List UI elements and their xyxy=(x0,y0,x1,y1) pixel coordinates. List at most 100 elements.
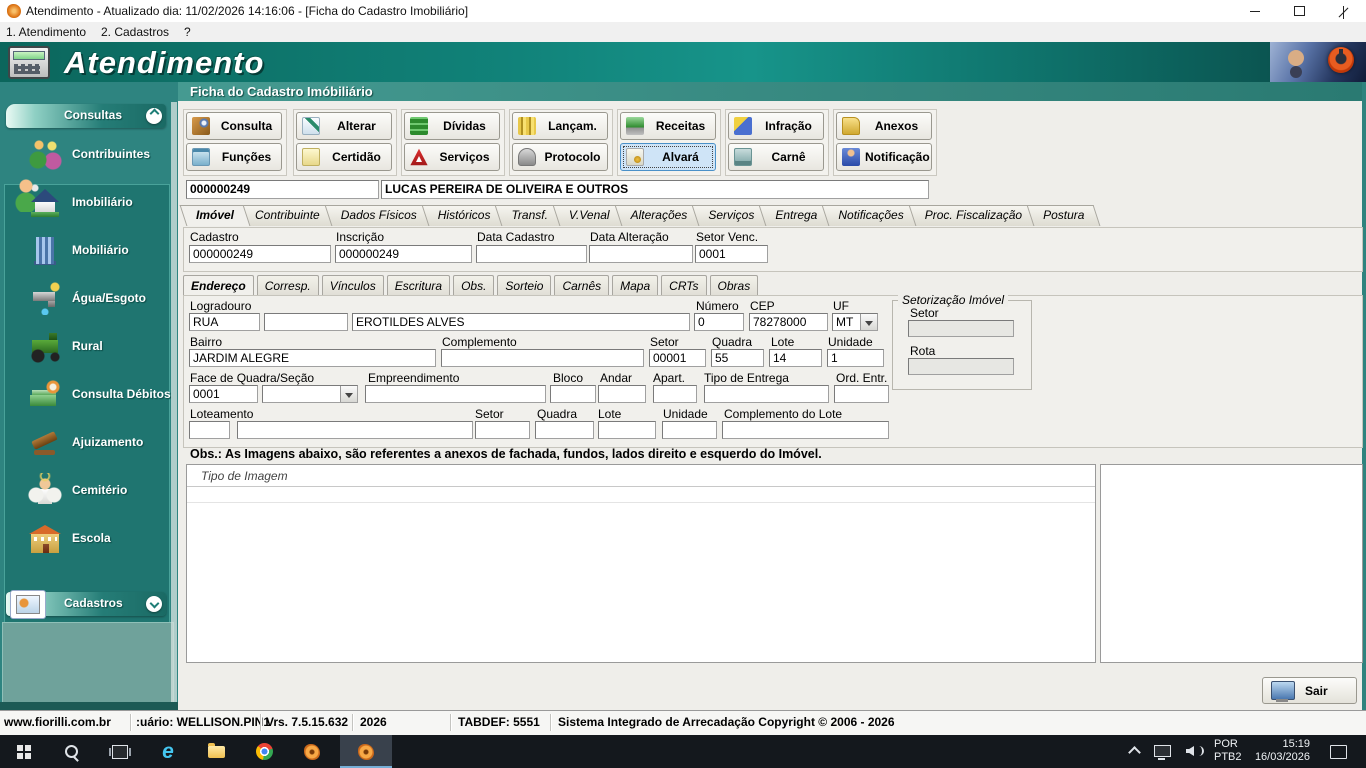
subtab-corresp[interactable]: Corresp. xyxy=(256,275,319,296)
subtab-mapa[interactable]: Mapa xyxy=(612,275,659,296)
andar-field[interactable] xyxy=(598,385,646,403)
setorizacao-setor-field[interactable] xyxy=(908,320,1014,337)
funcoes-button[interactable]: Funções xyxy=(186,143,282,171)
task-view-button[interactable] xyxy=(96,735,144,768)
sidebar-item-cemiterio[interactable]: Cemitério xyxy=(6,466,166,514)
setorizacao-rota-field[interactable] xyxy=(908,358,1014,375)
sidebar-item-rural[interactable]: Rural xyxy=(6,322,166,370)
network-icon[interactable] xyxy=(1154,745,1171,760)
sidebar-item-mobiliario[interactable]: Mobiliário xyxy=(6,226,166,274)
lot-lote-field[interactable] xyxy=(598,421,656,439)
cep-field[interactable]: 78278000 xyxy=(749,313,828,331)
consulta-button[interactable]: Consulta xyxy=(186,112,282,140)
taskbar-ie[interactable]: e xyxy=(144,735,192,768)
sidebar-item-imobiliario[interactable]: Imobiliário xyxy=(6,178,166,226)
clock[interactable]: 15:19 16/03/2026 xyxy=(1248,738,1310,764)
subtab-obs[interactable]: Obs. xyxy=(453,275,495,296)
tab-transf[interactable]: Transf. xyxy=(498,205,560,226)
sidebar-section-consultas[interactable]: Consultas xyxy=(6,104,166,128)
logradouro-tipo-field[interactable]: RUA xyxy=(189,313,260,331)
infracao-button[interactable]: Infração xyxy=(728,112,824,140)
tab-vvenal[interactable]: V.Venal xyxy=(556,205,623,226)
subtab-vinculos[interactable]: Vínculos xyxy=(321,275,384,296)
servicos-button[interactable]: Serviços xyxy=(404,143,500,171)
tray-chevron-icon[interactable] xyxy=(1128,746,1141,759)
taskbar-chrome[interactable] xyxy=(240,735,288,768)
record-name-field[interactable]: LUCAS PEREIRA DE OLIVEIRA E OUTROS xyxy=(381,180,929,199)
taskbar-file-explorer[interactable] xyxy=(192,735,240,768)
sidebar-item-contribuintes[interactable]: Contribuintes xyxy=(6,130,166,178)
lot-quadra-field[interactable] xyxy=(535,421,594,439)
tab-dados-fisicos[interactable]: Dados Físicos xyxy=(328,205,430,226)
volume-icon[interactable] xyxy=(1186,746,1194,756)
tab-alteracoes[interactable]: Alterações xyxy=(618,205,701,226)
loteamento-nome-field[interactable] xyxy=(237,421,473,439)
subtab-sorteio[interactable]: Sorteio xyxy=(497,275,552,296)
language-indicator[interactable]: POR PTB2 xyxy=(1214,738,1242,764)
apart-field[interactable] xyxy=(653,385,697,403)
chevron-down-icon[interactable] xyxy=(146,596,162,612)
compl-lote-field[interactable] xyxy=(722,421,889,439)
sair-button[interactable]: Sair xyxy=(1262,677,1357,704)
image-preview-box[interactable] xyxy=(1100,464,1363,663)
taskbar-fiorilli-1[interactable] xyxy=(288,735,336,768)
numero-field[interactable]: 0 xyxy=(694,313,744,331)
taskbar-search[interactable] xyxy=(48,735,96,768)
complemento-field[interactable] xyxy=(441,349,644,367)
bairro-field[interactable]: JARDIM ALEGRE xyxy=(189,349,436,367)
notificacao-button[interactable]: Notificação xyxy=(836,143,932,171)
unidade-field[interactable]: 1 xyxy=(827,349,884,367)
subtab-carnes[interactable]: Carnês xyxy=(554,275,610,296)
dividas-button[interactable]: Dívidas xyxy=(404,112,500,140)
lot-setor-field[interactable] xyxy=(475,421,530,439)
uf-select[interactable]: MT xyxy=(832,313,878,331)
tab-contribuinte[interactable]: Contribuinte xyxy=(242,205,333,226)
notification-center-icon[interactable] xyxy=(1330,745,1347,759)
subtab-crts[interactable]: CRTs xyxy=(661,275,707,296)
menu-atendimento[interactable]: 1. Atendimento xyxy=(6,25,86,39)
tab-imovel[interactable]: Imóvel xyxy=(183,205,247,226)
sidebar-item-escola[interactable]: Escola xyxy=(6,514,166,562)
tab-notificacoes[interactable]: Notificações xyxy=(825,205,916,226)
logradouro-nome-field[interactable]: EROTILDES ALVES xyxy=(352,313,690,331)
anexos-button[interactable]: Anexos xyxy=(836,112,932,140)
subtab-escritura[interactable]: Escritura xyxy=(386,275,451,296)
tipo-entrega-field[interactable] xyxy=(704,385,829,403)
data-alteracao-field[interactable] xyxy=(589,245,693,263)
alvara-button[interactable]: Alvará xyxy=(620,143,716,171)
face-dropdown-icon[interactable] xyxy=(340,386,357,402)
alterar-button[interactable]: Alterar xyxy=(296,112,392,140)
record-code-field[interactable]: 000000249 xyxy=(186,180,379,199)
uf-dropdown-icon[interactable] xyxy=(860,314,877,330)
setor-venc-field[interactable]: 0001 xyxy=(695,245,768,263)
data-cadastro-field[interactable] xyxy=(476,245,587,263)
tab-historicos[interactable]: Históricos xyxy=(425,205,504,226)
face-quadra-select[interactable] xyxy=(262,385,358,403)
receitas-button[interactable]: Receitas xyxy=(620,112,716,140)
lote-field[interactable]: 14 xyxy=(769,349,822,367)
tab-proc-fiscalizacao[interactable]: Proc. Fiscalização xyxy=(912,205,1035,226)
sidebar-item-agua-esgoto[interactable]: Água/Esgoto xyxy=(6,274,166,322)
ord-entr-field[interactable] xyxy=(834,385,889,403)
close-button[interactable] xyxy=(1321,0,1366,22)
carne-button[interactable]: Carnê xyxy=(728,143,824,171)
menu-cadastros[interactable]: 2. Cadastros xyxy=(101,25,169,39)
cadastro-field[interactable]: 000000249 xyxy=(189,245,331,263)
empreendimento-field[interactable] xyxy=(365,385,546,403)
chevron-up-icon[interactable] xyxy=(146,108,162,124)
protocolo-button[interactable]: Protocolo xyxy=(512,143,608,171)
tab-servicos[interactable]: Serviços xyxy=(695,205,767,226)
setor-field[interactable]: 00001 xyxy=(649,349,706,367)
inscricao-field[interactable]: 000000249 xyxy=(335,245,472,263)
taskbar-fiorilli-2-active[interactable] xyxy=(340,735,392,768)
start-button[interactable] xyxy=(0,735,48,768)
subtab-endereco[interactable]: Endereço xyxy=(183,275,254,296)
menu-help[interactable]: ? xyxy=(184,25,191,39)
lancamentos-button[interactable]: Lançam. xyxy=(512,112,608,140)
sidebar-scrollbar[interactable] xyxy=(171,102,177,702)
certidao-button[interactable]: Certidão xyxy=(296,143,392,171)
minimize-button[interactable] xyxy=(1232,0,1277,22)
quadra-field[interactable]: 55 xyxy=(711,349,764,367)
maximize-button[interactable] xyxy=(1277,0,1322,22)
face-quadra-field[interactable]: 0001 xyxy=(189,385,258,403)
